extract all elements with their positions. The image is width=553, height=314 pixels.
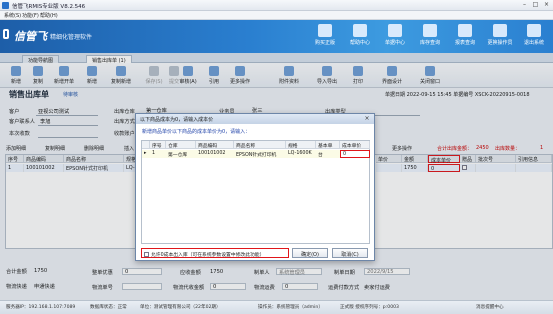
menu-system[interactable]: 系统(S) <box>4 12 21 19</box>
app-icon <box>2 2 9 9</box>
ok-label: 确定(O) <box>301 252 319 258</box>
allow-zero-cost-checkbox[interactable] <box>144 252 149 257</box>
dialog-col-marker <box>142 141 150 149</box>
stock-icon <box>423 24 437 37</box>
cancel-label: 取消(C) <box>341 252 359 258</box>
close-icon[interactable]: × <box>542 1 551 9</box>
cancel-button[interactable]: 取消(C) <box>332 248 368 258</box>
dialog-hint: 新增商品单价以下商品的成本单价为0，请输入： <box>142 129 251 135</box>
allow-zero-cost-option[interactable]: 允许0成本出入库（可在系统参数设置中修改此功能） <box>141 248 289 258</box>
dialog-cell-name: EPSON针式打印机 <box>234 150 286 158</box>
dialog-row-marker: ▸ <box>142 150 150 158</box>
help-icon <box>353 24 367 37</box>
user-icon <box>493 24 507 37</box>
report-icon <box>458 24 472 37</box>
menu-bar: 系统(S) 功能(F) 帮助(H) <box>0 11 553 20</box>
dialog-close-icon[interactable]: × <box>363 115 371 122</box>
window-title: 信管飞RMIS专业版 V8.2.546 <box>12 4 86 10</box>
dialog-cell-warehouse: 第一仓库 <box>166 150 196 158</box>
minimize-icon[interactable]: – <box>520 1 529 9</box>
logo-icon <box>3 29 9 39</box>
stock-query-button[interactable]: 库存查询 <box>411 21 449 53</box>
help-center-button[interactable]: 帮助中心 <box>341 21 379 53</box>
document-icon <box>388 24 402 37</box>
zero-cost-dialog: 以下商品成本为0，请输入成本价 × 新增商品单价以下商品的成本单价为0，请输入：… <box>135 113 375 261</box>
dialog-col-no: 序号 <box>150 141 166 149</box>
window-titlebar: 信管飞RMIS专业版 V8.2.546 – □ × <box>0 0 553 11</box>
dialog-col-warehouse: 仓库 <box>166 141 196 149</box>
menu-function[interactable]: 功能(F) <box>22 12 39 19</box>
dialog-col-cost: 成本单价 <box>340 141 370 149</box>
license-info: 正式版 授权序列号：p:0003 <box>340 305 399 310</box>
buy-button[interactable]: 购买正版 <box>306 21 344 53</box>
dialog-cell-spec: LQ-1600K <box>286 150 316 158</box>
exit-icon <box>527 24 541 37</box>
dialog-grid: 序号 仓库 商品编码 商品名称 规格 基本单位 成本单价 ▸ 1 第一仓库 10… <box>141 140 370 244</box>
menu-help[interactable]: 帮助(H) <box>40 12 58 19</box>
dialog-col-name: 商品名称 <box>234 141 286 149</box>
dialog-cell-no: 1 <box>150 150 166 158</box>
status-bar: 服务器IP：192.168.1.107:7089 数据库状态：正常 单位：测试管… <box>0 300 553 314</box>
dialog-col-unit: 基本单位 <box>316 141 340 156</box>
brand-logo: 信管飞 <box>14 30 47 43</box>
dialog-cost-input[interactable]: 0 <box>340 150 370 158</box>
db-status: 数据库状态：正常 <box>90 305 127 310</box>
dialog-title: 以下商品成本为0，请输入成本价 <box>136 114 374 124</box>
maximize-icon[interactable]: □ <box>531 1 540 9</box>
company-info: 单位：测试管理有限公司（22年02期） <box>140 305 221 310</box>
dialog-cell-unit: 台 <box>316 150 340 158</box>
cart-icon <box>318 24 332 37</box>
server-ip: 服务器IP：192.168.1.107:7089 <box>6 305 76 310</box>
dialog-cell-code: 100101002 <box>196 150 234 158</box>
report-query-button[interactable]: 报表查询 <box>446 21 484 53</box>
message-center[interactable]: 消息提醒中心 <box>476 304 504 310</box>
operator-info: 操作员：系统管理员（admin） <box>258 305 323 310</box>
brand-slogan: 精细化管理软件 <box>50 34 93 41</box>
voucher-center-button[interactable]: 单据中心 <box>376 21 414 53</box>
dialog-col-code: 商品编码 <box>196 141 234 149</box>
dialog-col-spec: 规格 <box>286 141 316 149</box>
ok-button[interactable]: 确定(O) <box>292 248 328 258</box>
allow-zero-cost-label: 允许0成本出入库（可在系统参数设置中修改此功能） <box>151 253 265 258</box>
exit-button[interactable]: 退出系统 <box>515 21 553 53</box>
switch-operator-button[interactable]: 更换操作员 <box>481 21 519 53</box>
